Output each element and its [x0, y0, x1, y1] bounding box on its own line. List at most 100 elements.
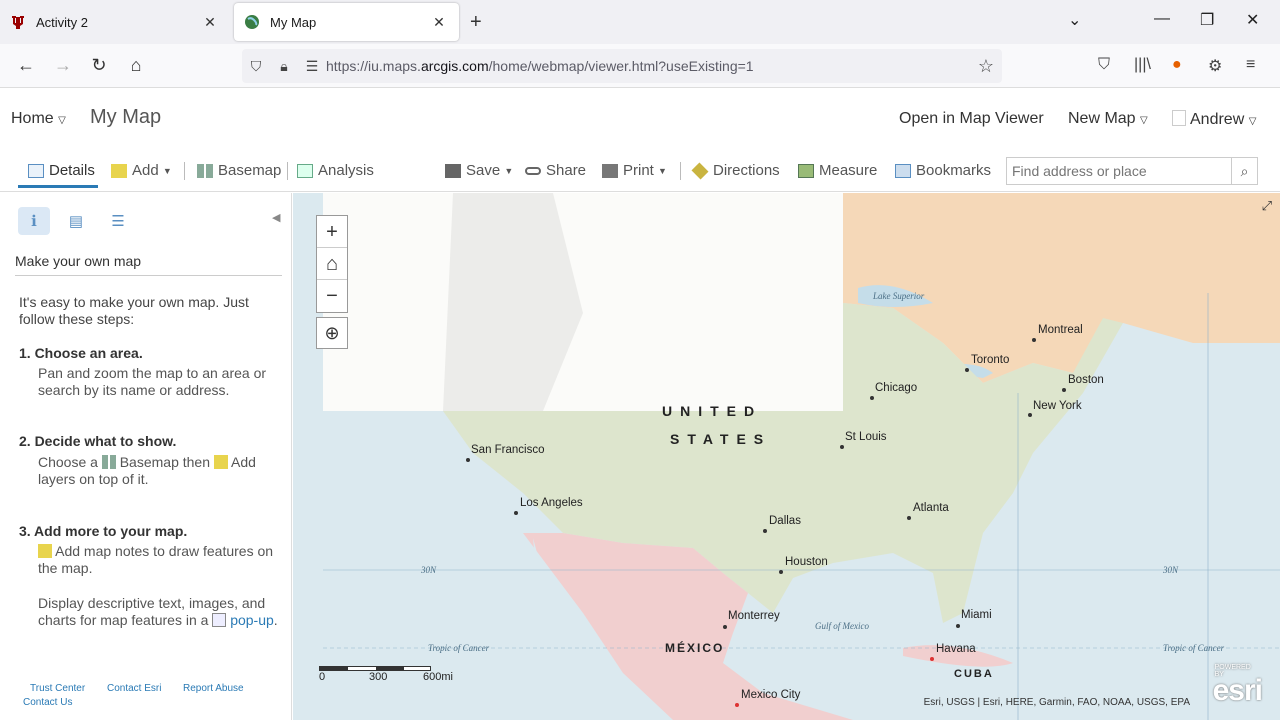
browser-tab-mymap[interactable]: My Map ✕: [234, 3, 459, 41]
step-3-title: 3. Add more to your map.: [19, 523, 188, 539]
url-text[interactable]: https://iu.maps.arcgis.com/home/webmap/v…: [326, 58, 754, 74]
city-marker: [763, 529, 767, 533]
details-icon: [28, 163, 44, 178]
measure-button[interactable]: Measure: [798, 162, 877, 179]
add-button[interactable]: Add ▼: [111, 162, 172, 179]
save-icon: [445, 163, 461, 178]
latitude-label: 30N: [421, 565, 437, 575]
city-marker: [779, 570, 783, 574]
share-button[interactable]: Share: [525, 162, 586, 179]
scale-label: 600mi: [423, 671, 453, 683]
extension-orange-icon[interactable]: ●: [1172, 56, 1182, 74]
analysis-button[interactable]: Analysis: [297, 162, 374, 179]
info-icon[interactable]: ℹ: [18, 207, 50, 235]
search-input[interactable]: [1007, 158, 1231, 184]
forward-icon[interactable]: →: [52, 55, 74, 76]
details-button[interactable]: Details: [28, 162, 95, 179]
page-title: My Map: [90, 106, 162, 128]
maximize-button[interactable]: ❐: [1200, 10, 1214, 30]
shield-icon[interactable]: ⛉: [242, 58, 270, 75]
iu-trident-icon: [10, 14, 26, 30]
directions-button[interactable]: Directions: [691, 162, 780, 179]
map-toolbar: Details Add ▼ Basemap Analysis Save ▼ Sh…: [0, 150, 1280, 192]
open-in-map-viewer-link[interactable]: Open in Map Viewer: [899, 110, 1044, 128]
water-label: Tropic of Cancer: [428, 643, 490, 653]
menu-icon[interactable]: ≡: [1246, 56, 1255, 74]
city-label: Montreal: [1038, 324, 1083, 336]
city-marker: [735, 703, 739, 707]
locate-button[interactable]: ⊕: [316, 317, 348, 349]
minimize-button[interactable]: —: [1154, 10, 1170, 28]
report-abuse-link[interactable]: Report Abuse: [183, 683, 244, 694]
city-marker: [723, 625, 727, 629]
library-icon[interactable]: |||\: [1134, 56, 1151, 74]
city-label: Mexico City: [741, 689, 801, 701]
basemap-icon: [197, 163, 213, 178]
scale-label: 0: [319, 671, 326, 683]
new-map-menu[interactable]: New Map ▽: [1068, 110, 1148, 128]
city-marker: [965, 368, 969, 372]
user-menu[interactable]: Andrew ▽: [1172, 110, 1256, 129]
globe-icon: [244, 14, 260, 30]
city-label: Havana: [936, 643, 976, 655]
browser-nav-bar: ← → ↻ ⌂ ⛉ 🔒︎ ☰ https://iu.maps.arcgis.co…: [0, 44, 1280, 88]
home-icon[interactable]: ⌂: [125, 55, 147, 76]
tab-list-chevron-icon[interactable]: ⌄: [1068, 10, 1081, 30]
back-icon[interactable]: ←: [15, 55, 37, 76]
save-button[interactable]: Save ▼: [445, 162, 513, 179]
search-icon[interactable]: ⌕: [1231, 158, 1257, 184]
address-bar[interactable]: ⛉ 🔒︎ ☰ https://iu.maps.arcgis.com/home/w…: [242, 49, 1002, 83]
zoom-in-button[interactable]: +: [317, 216, 347, 248]
contact-esri-link[interactable]: Contact Esri: [107, 683, 161, 694]
zoom-out-button[interactable]: −: [317, 280, 347, 312]
reload-icon[interactable]: ↻: [88, 55, 110, 76]
lock-icon[interactable]: 🔒︎: [270, 58, 298, 75]
step-1-text: Pan and zoom the map to an area or searc…: [38, 365, 267, 398]
esri-logo: POWERED BY esri: [1212, 664, 1263, 707]
home-menu[interactable]: Home ▽: [11, 110, 66, 128]
permissions-icon[interactable]: ☰: [298, 58, 326, 75]
expand-map-icon[interactable]: ⤢: [1262, 198, 1272, 214]
basemap-button[interactable]: Basemap: [197, 162, 281, 179]
browser-tab-activity[interactable]: Activity 2 ✕: [0, 3, 230, 41]
country-label: MÉXICO: [665, 641, 725, 655]
city-marker: [930, 657, 934, 661]
toolbar-divider: [680, 162, 681, 180]
basemap-graphic: [293, 193, 1280, 720]
city-label: Chicago: [875, 382, 918, 394]
scale-label: 300: [369, 671, 388, 683]
bookmarks-icon: [895, 163, 911, 178]
map-attribution[interactable]: Esri, USGS | Esri, HERE, Garmin, FAO, NO…: [924, 697, 1190, 708]
collapse-panel-icon[interactable]: ◀: [272, 211, 280, 224]
share-link-icon: [525, 166, 541, 175]
content-list-icon[interactable]: ▤: [60, 207, 92, 235]
trust-center-link[interactable]: Trust Center: [30, 683, 85, 694]
map-view[interactable]: + ⌂ − ⊕ ⤢ Lake Superior Gulf of Mexico T…: [293, 193, 1280, 720]
map-search: ⌕: [1006, 157, 1258, 185]
pocket-icon[interactable]: ⛉: [1098, 56, 1110, 74]
close-tab-icon[interactable]: ✕: [200, 14, 220, 31]
bookmarks-button[interactable]: Bookmarks: [895, 162, 991, 179]
add-icon: [213, 455, 228, 469]
new-tab-button[interactable]: +: [470, 11, 482, 34]
close-tab-icon[interactable]: ✕: [429, 14, 449, 31]
step-1-title: 1. Choose an area.: [19, 345, 143, 361]
bookmark-star-icon[interactable]: ☆: [978, 56, 994, 77]
country-label: CUBA: [954, 668, 994, 680]
city-marker: [870, 396, 874, 400]
extensions-icon[interactable]: ⚙: [1208, 56, 1222, 76]
print-button[interactable]: Print ▼: [602, 162, 667, 179]
contact-us-link[interactable]: Contact Us: [23, 697, 72, 708]
popup-link[interactable]: pop-up: [230, 612, 274, 628]
city-label: Los Angeles: [520, 497, 583, 509]
legend-icon[interactable]: ☰: [102, 207, 134, 235]
close-window-button[interactable]: ✕: [1246, 10, 1259, 30]
step-2-text: Choose a Basemap then Add layers on top …: [38, 454, 256, 487]
toolbar-divider: [287, 162, 288, 180]
city-label: San Francisco: [471, 444, 545, 456]
default-extent-button[interactable]: ⌂: [317, 248, 347, 280]
city-label: New York: [1033, 400, 1082, 412]
active-tab-indicator: [18, 185, 98, 188]
add-icon: [111, 163, 127, 178]
city-marker: [1062, 388, 1066, 392]
